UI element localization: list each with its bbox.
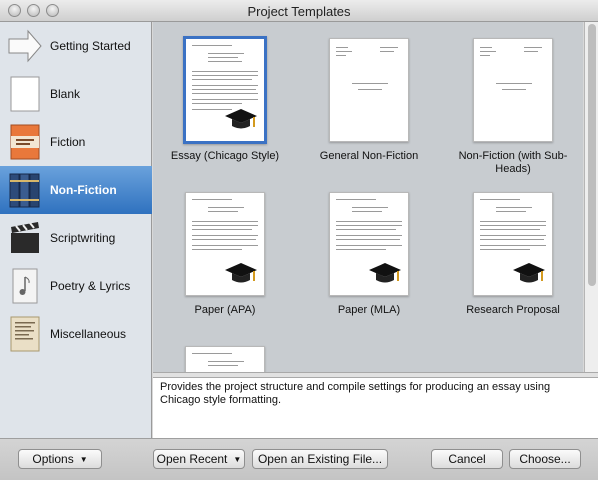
- clapperboard-icon: [11, 222, 39, 253]
- template-paper-mla[interactable]: Paper (MLA): [299, 192, 439, 342]
- template-partial[interactable]: [155, 346, 295, 372]
- sidebar-item-label: Non-Fiction: [50, 183, 117, 197]
- graduation-cap-icon: [369, 263, 401, 283]
- cancel-button[interactable]: Cancel: [431, 449, 503, 469]
- template-research-proposal[interactable]: Research Proposal: [443, 192, 583, 342]
- books-icon: [9, 173, 40, 208]
- sidebar-item-label: Getting Started: [50, 39, 131, 53]
- title-bar: Project Templates: [0, 0, 598, 22]
- arrow-icon: [8, 29, 42, 63]
- project-templates-window: Project Templates Getting Started Blank …: [0, 0, 598, 480]
- template-name: Paper (APA): [194, 304, 256, 316]
- open-existing-file-button[interactable]: Open an Existing File...: [252, 449, 388, 469]
- sidebar-item-label: Poetry & Lyrics: [50, 279, 131, 293]
- sidebar-item-blank[interactable]: Blank: [0, 70, 152, 118]
- book-icon: [10, 124, 40, 160]
- sidebar-item-non-fiction[interactable]: Non-Fiction: [0, 166, 152, 214]
- open-recent-button[interactable]: Open Recent ▼: [153, 449, 245, 469]
- template-thumbnail: [185, 192, 265, 296]
- sidebar-item-fiction[interactable]: Fiction: [0, 118, 152, 166]
- sidebar-item-getting-started[interactable]: Getting Started: [0, 22, 152, 70]
- sidebar-item-label: Blank: [50, 87, 81, 101]
- template-thumbnail: [329, 38, 409, 142]
- template-grid: Essay (Chicago Style) General Non-Fictio…: [153, 22, 583, 372]
- open-recent-button-label: Open Recent: [156, 452, 228, 466]
- graduation-cap-icon: [225, 109, 257, 129]
- template-thumbnail: [473, 192, 553, 296]
- sidebar-item-poetry-lyrics[interactable]: Poetry & Lyrics: [0, 262, 152, 310]
- options-button-label: Options: [32, 452, 74, 466]
- template-essay-chicago[interactable]: Essay (Chicago Style): [155, 36, 295, 188]
- sidebar-item-label: Fiction: [50, 135, 86, 149]
- choose-button[interactable]: Choose...: [509, 449, 581, 469]
- template-thumbnail: [473, 38, 553, 142]
- template-general-non-fiction[interactable]: General Non-Fiction: [299, 38, 439, 188]
- template-name: Research Proposal: [466, 304, 560, 316]
- choose-button-label: Choose...: [519, 452, 571, 466]
- scrollbar-thumb[interactable]: [588, 24, 596, 286]
- template-name: Non-Fiction (with Sub-Heads): [458, 150, 568, 175]
- template-description: Provides the project structure and compi…: [153, 378, 598, 438]
- window-title: Project Templates: [247, 4, 351, 19]
- options-button[interactable]: Options ▼: [18, 449, 102, 469]
- sidebar-item-label: Miscellaneous: [50, 327, 127, 341]
- sidebar-item-label: Scriptwriting: [50, 231, 116, 245]
- template-thumbnail: [329, 192, 409, 296]
- template-thumbnail: [183, 36, 267, 144]
- cancel-button-label: Cancel: [448, 452, 486, 466]
- chevron-down-icon: ▼: [79, 454, 88, 464]
- notes-icon: [10, 316, 40, 352]
- open-existing-file-button-label: Open an Existing File...: [257, 452, 383, 466]
- template-thumbnail: [185, 346, 265, 372]
- template-name: Essay (Chicago Style): [170, 150, 280, 162]
- template-name: Paper (MLA): [337, 304, 401, 316]
- category-sidebar: Getting Started Blank Fiction Non-Fictio…: [0, 22, 152, 438]
- template-non-fiction-sub-heads[interactable]: Non-Fiction (with Sub-Heads): [443, 38, 583, 188]
- template-name: General Non-Fiction: [319, 150, 419, 162]
- blank-page-icon: [10, 76, 40, 112]
- music-page-icon: [12, 268, 38, 304]
- template-paper-apa[interactable]: Paper (APA): [155, 192, 295, 342]
- graduation-cap-icon: [225, 263, 257, 283]
- sidebar-item-scriptwriting[interactable]: Scriptwriting: [0, 214, 152, 262]
- sidebar-item-miscellaneous[interactable]: Miscellaneous: [0, 310, 152, 358]
- chevron-down-icon: ▼: [233, 454, 242, 464]
- template-grid-scrollbar[interactable]: [584, 22, 598, 372]
- graduation-cap-icon: [513, 263, 545, 283]
